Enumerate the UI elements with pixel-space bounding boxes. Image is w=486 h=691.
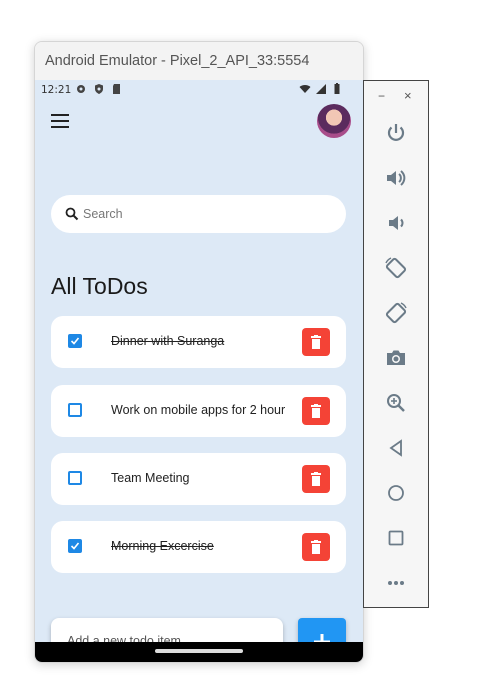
- search-input[interactable]: Search: [51, 195, 346, 233]
- gear-icon: [77, 85, 85, 93]
- delete-button[interactable]: [302, 465, 330, 493]
- todo-item[interactable]: Work on mobile apps for 2 hour: [51, 385, 346, 437]
- page-title: All ToDos: [51, 273, 148, 299]
- trash-icon: [311, 404, 321, 418]
- home-icon[interactable]: [384, 481, 408, 505]
- todo-checkbox[interactable]: [68, 539, 82, 553]
- todo-item[interactable]: Morning Excercise: [51, 521, 346, 573]
- phone-screen: 12:21 Search All ToDos Dinner with Suran…: [35, 80, 363, 662]
- zoom-icon[interactable]: [384, 391, 408, 415]
- volume-up-icon[interactable]: [384, 166, 408, 190]
- todo-text: Team Meeting: [111, 471, 190, 485]
- todo-checkbox[interactable]: [68, 334, 82, 348]
- trash-icon: [311, 335, 321, 349]
- power-icon[interactable]: [384, 121, 408, 145]
- volume-down-icon[interactable]: [384, 211, 408, 235]
- delete-button[interactable]: [302, 328, 330, 356]
- todo-text: Morning Excercise: [111, 539, 214, 553]
- delete-button[interactable]: [302, 397, 330, 425]
- sd-card-icon: [113, 84, 120, 94]
- user-avatar[interactable]: [317, 104, 351, 138]
- status-bar: 12:21: [35, 80, 363, 100]
- todo-checkbox[interactable]: [68, 471, 82, 485]
- signal-icon: [316, 84, 326, 94]
- emulator-titlebar[interactable]: Android Emulator - Pixel_2_API_33:5554: [35, 42, 363, 80]
- todo-item[interactable]: Team Meeting: [51, 453, 346, 505]
- window-title: Android Emulator - Pixel_2_API_33:5554: [45, 53, 310, 69]
- emulator-toolbar: − ×: [363, 80, 429, 608]
- emulator-window: Android Emulator - Pixel_2_API_33:5554 1…: [34, 41, 364, 663]
- more-icon[interactable]: [384, 571, 408, 595]
- todo-text: Dinner with Suranga: [111, 334, 225, 348]
- back-icon[interactable]: [384, 436, 408, 460]
- camera-icon[interactable]: [384, 346, 408, 370]
- trash-icon: [311, 472, 321, 486]
- todo-item[interactable]: Dinner with Suranga: [51, 316, 346, 368]
- navigation-bar: [35, 642, 363, 662]
- wifi-icon: [299, 84, 311, 93]
- search-icon: [65, 207, 79, 221]
- todo-checkbox[interactable]: [68, 403, 82, 417]
- overview-icon[interactable]: [384, 526, 408, 550]
- rotate-left-icon[interactable]: [384, 256, 408, 280]
- status-time: 12:21: [41, 84, 72, 96]
- hamburger-menu-icon[interactable]: [49, 112, 71, 130]
- battery-icon: [334, 83, 340, 94]
- todo-text: Work on mobile apps for 2 hour: [111, 403, 286, 417]
- home-gesture-handle[interactable]: [155, 649, 243, 653]
- close-button[interactable]: ×: [404, 88, 412, 103]
- shield-icon: [95, 84, 103, 94]
- trash-icon: [311, 540, 321, 554]
- delete-button[interactable]: [302, 533, 330, 561]
- minimize-button[interactable]: −: [378, 89, 385, 103]
- search-placeholder: Search: [83, 207, 123, 221]
- rotate-right-icon[interactable]: [384, 301, 408, 325]
